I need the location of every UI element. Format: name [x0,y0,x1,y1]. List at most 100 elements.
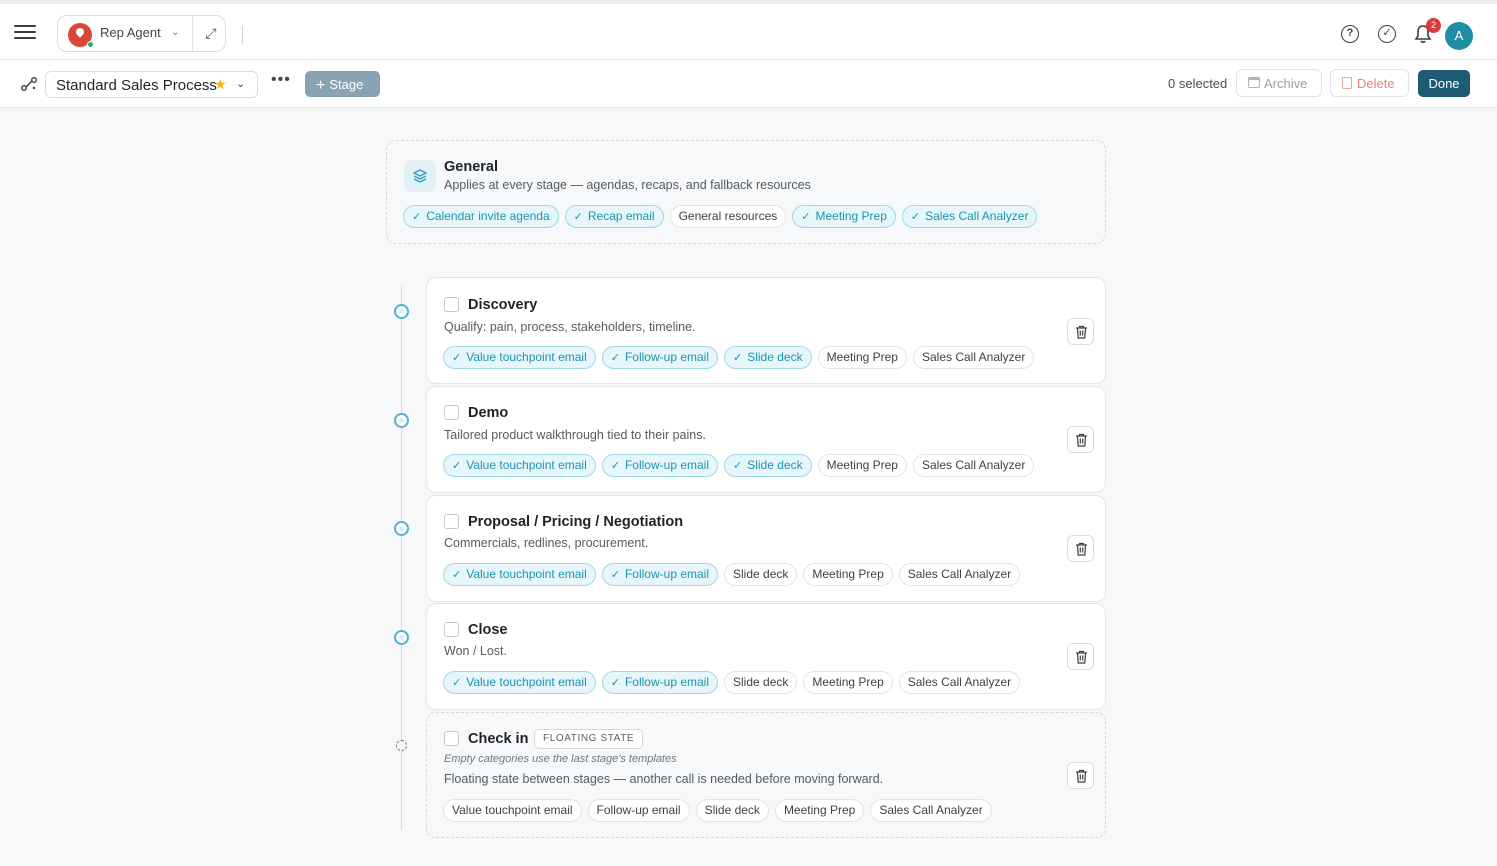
chip-meeting-prep[interactable]: Meeting Prep [774,799,865,822]
delete-stage-button[interactable] [1067,643,1094,670]
stage-checkbox[interactable] [444,405,459,420]
chip-slide-deck[interactable]: Slide deck [724,346,812,369]
chip-recap-email[interactable]: Recap email [564,205,664,228]
chip-general-resources[interactable]: General resources [669,205,787,228]
stage-description: Floating state between stages — another … [444,772,884,786]
agent-name: Rep Agent [100,25,161,40]
agent-switcher[interactable]: Rep Agent ⌄ ⤢ [57,15,226,52]
chip-sales-call-analyzer[interactable]: Sales Call Analyzer [901,205,1038,228]
timeline-dot [394,304,409,319]
delete-button[interactable]: Delete [1330,69,1409,97]
check-circle-icon[interactable]: ✓ [1378,25,1396,43]
trash-icon [1076,325,1087,339]
trash-icon [1076,542,1087,556]
plus-icon: + [316,77,326,94]
floating-state-badge: FLOATING STATE [534,729,644,749]
chip-value-touchpoint-email[interactable]: Value touchpoint email [443,454,596,477]
notification-badge: 2 [1426,18,1441,33]
trash-icon [1076,433,1087,447]
stage-title: Proposal / Pricing / Negotiation [468,514,684,530]
star-icon[interactable]: ★ [214,76,227,93]
chip-follow-up-email[interactable]: Follow-up email [601,454,718,477]
agent-pill-divider [192,16,193,51]
general-title: General [444,159,498,175]
stage-card-demo[interactable]: Demo Tailored product walkthrough tied t… [426,386,1106,493]
delete-stage-button[interactable] [1067,535,1094,562]
chip-meeting-prep[interactable]: Meeting Prep [817,346,907,369]
chip-follow-up-email[interactable]: Follow-up email [601,563,718,586]
archive-icon [1248,77,1260,88]
stage-description: Qualify: pain, process, stakeholders, ti… [444,320,696,334]
chip-meeting-prep[interactable]: Meeting Prep [817,454,907,477]
stage-title: Demo [468,405,509,421]
chip-value-touchpoint-email[interactable]: Value touchpoint email [443,799,582,822]
stage-card-check-in[interactable]: Check in FLOATING STATE Empty categories… [426,712,1106,838]
chip-follow-up-email[interactable]: Follow-up email [601,671,718,694]
delete-stage-button[interactable] [1067,762,1094,789]
chip-sales-call-analyzer[interactable]: Sales Call Analyzer [912,346,1035,369]
stage-card-discovery[interactable]: Discovery Qualify: pain, process, stakeh… [426,277,1106,384]
stage-chips: Value touchpoint email Follow-up email S… [443,671,1021,694]
chip-sales-call-analyzer[interactable]: Sales Call Analyzer [912,454,1035,477]
trash-icon [1076,650,1087,664]
process-name: Standard Sales Process [56,77,217,94]
general-section: General Applies at every stage — agendas… [386,140,1106,244]
add-stage-label: Stage [329,77,364,92]
process-toolbar: Standard Sales Process ★ ⌄ ••• + Stage 0 … [0,60,1497,108]
chip-follow-up-email[interactable]: Follow-up email [587,799,690,822]
stage-title: Check in [468,731,529,747]
stage-title: Discovery [468,297,538,313]
chip-sales-call-analyzer[interactable]: Sales Call Analyzer [870,799,992,822]
expand-icon[interactable]: ⤢ [202,24,220,42]
stage-chips: Value touchpoint email Follow-up email S… [443,563,1021,586]
stage-chips: Value touchpoint email Follow-up email S… [443,454,1035,477]
more-options-button[interactable]: ••• [271,72,291,88]
timeline-dot [394,630,409,645]
delete-stage-button[interactable] [1067,426,1094,453]
stage-checkbox[interactable] [444,514,459,529]
trash-icon [1076,769,1087,783]
help-icon[interactable]: ? [1341,25,1359,43]
flow-icon[interactable] [20,76,38,92]
chip-slide-deck[interactable]: Slide deck [724,671,798,694]
chip-slide-deck[interactable]: Slide deck [695,799,769,822]
chip-calendar-invite-agenda[interactable]: Calendar invite agenda [403,205,559,228]
stage-description: Won / Lost. [444,644,507,658]
avatar[interactable]: A [1445,22,1473,50]
layers-icon [404,160,436,192]
add-stage-button[interactable]: + Stage [305,71,380,97]
chip-value-touchpoint-email[interactable]: Value touchpoint email [443,346,596,369]
stage-chips: Value touchpoint email Follow-up email S… [443,799,992,822]
stage-card-close[interactable]: Close Won / Lost. Value touchpoint email… [426,603,1106,710]
online-status-dot [87,41,94,48]
process-selector[interactable]: Standard Sales Process ★ ⌄ [45,71,258,98]
topbar-divider [242,26,243,44]
chip-meeting-prep[interactable]: Meeting Prep [803,563,893,586]
timeline-dot [394,521,409,536]
chip-value-touchpoint-email[interactable]: Value touchpoint email [443,563,596,586]
chip-meeting-prep[interactable]: Meeting Prep [803,671,893,694]
chip-sales-call-analyzer[interactable]: Sales Call Analyzer [898,671,1021,694]
done-button[interactable]: Done [1418,70,1470,97]
stage-description: Tailored product walkthrough tied to the… [444,428,706,442]
floating-timeline-dot [396,740,407,751]
stage-card-proposal[interactable]: Proposal / Pricing / Negotiation Commerc… [426,495,1106,602]
stage-checkbox[interactable] [444,731,459,746]
chip-slide-deck[interactable]: Slide deck [724,454,812,477]
archive-button[interactable]: Archive [1236,69,1322,97]
stage-title: Close [468,622,508,638]
top-app-bar: Rep Agent ⌄ ⤢ ? ✓ 2 A [0,0,1497,60]
chip-slide-deck[interactable]: Slide deck [724,563,798,586]
stage-checkbox[interactable] [444,297,459,312]
chip-sales-call-analyzer[interactable]: Sales Call Analyzer [898,563,1021,586]
delete-label: Delete [1357,76,1395,91]
stage-checkbox[interactable] [444,622,459,637]
stage-description: Commercials, redlines, procurement. [444,536,649,550]
chip-value-touchpoint-email[interactable]: Value touchpoint email [443,671,596,694]
menu-icon[interactable] [14,22,36,42]
timeline-dot [394,413,409,428]
chip-meeting-prep[interactable]: Meeting Prep [792,205,896,228]
trash-icon [1342,77,1352,89]
chip-follow-up-email[interactable]: Follow-up email [601,346,718,369]
delete-stage-button[interactable] [1067,318,1094,345]
